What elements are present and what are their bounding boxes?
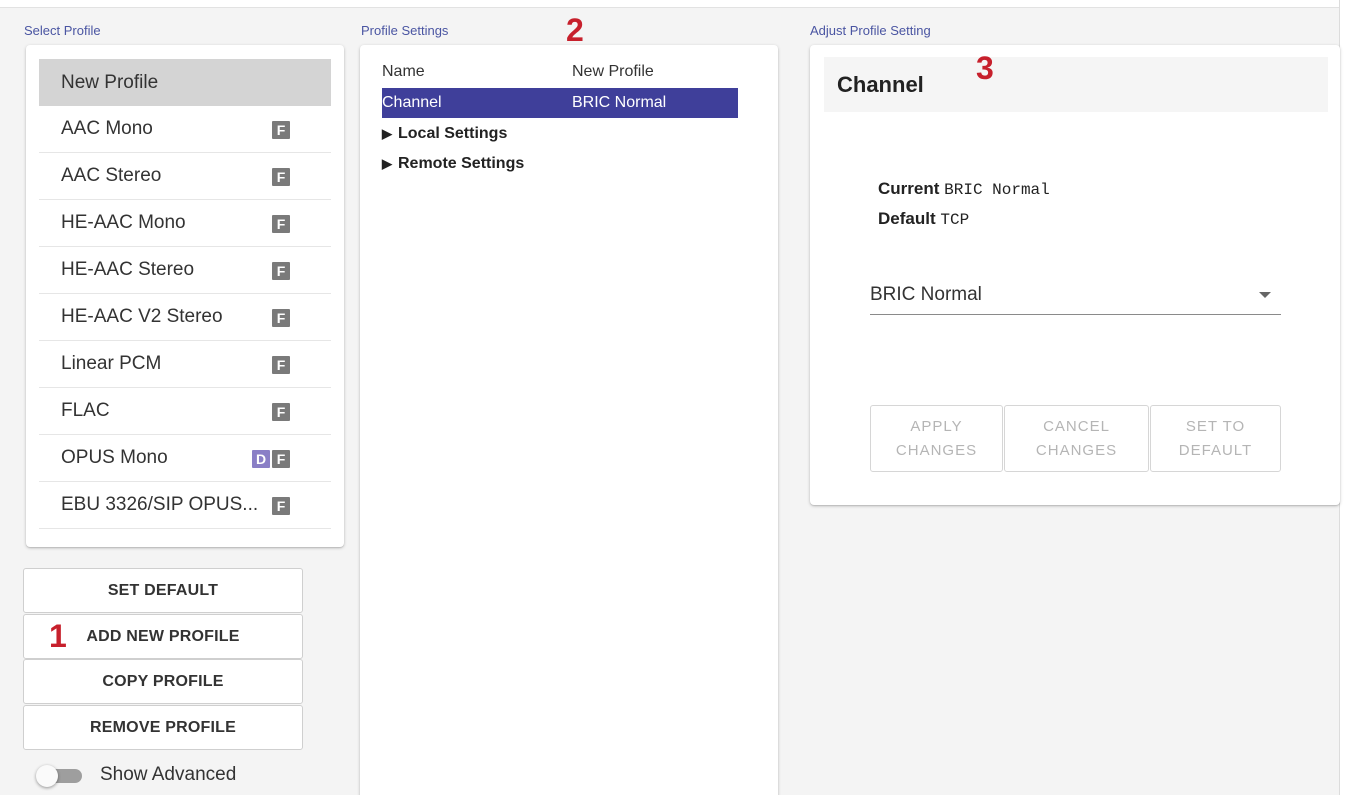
settings-row-channel[interactable]: Channel BRIC Normal (382, 88, 738, 118)
profile-badges: F (272, 262, 290, 280)
callout-3: 3 (976, 50, 994, 86)
profile-list: New Profile AAC Mono F AAC Stereo F HE-AAC Mo… (26, 59, 344, 529)
set-default-button[interactable]: SET DEFAULT (23, 568, 303, 613)
profile-item[interactable]: HE-AAC V2 Stereo F (39, 294, 331, 341)
dropdown-caret-icon (1259, 292, 1271, 298)
adjust-profile-setting-heading: Adjust Profile Setting (810, 23, 931, 38)
select-profile-heading: Select Profile (24, 23, 101, 38)
toggle-knob (36, 765, 58, 787)
channel-value: BRIC Normal (572, 94, 667, 111)
local-settings-node[interactable]: ▶ Local Settings (382, 125, 507, 143)
profile-badges: F (272, 309, 290, 327)
profile-item-label: HE-AAC Stereo (61, 259, 195, 280)
remove-profile-button[interactable]: REMOVE PROFILE (23, 705, 303, 750)
remote-settings-node[interactable]: ▶ Remote Settings (382, 155, 524, 173)
profile-item[interactable]: AAC Mono F (39, 106, 331, 153)
channel-select[interactable]: BRIC Normal (870, 275, 1281, 315)
factory-badge-icon: F (272, 309, 290, 327)
setting-title: Channel (824, 57, 1328, 112)
local-settings-label: Local Settings (398, 125, 508, 142)
cancel-changes-button[interactable]: CANCEL CHANGES (1004, 405, 1149, 472)
profile-badges: F (272, 497, 290, 515)
factory-badge-icon: F (272, 497, 290, 515)
current-label: Current (878, 179, 940, 198)
factory-badge-icon: F (272, 403, 290, 421)
default-value: TCP (940, 211, 970, 229)
profile-item[interactable]: FLAC F (39, 388, 331, 435)
profile-item-label: Linear PCM (61, 353, 162, 374)
factory-badge-icon: F (272, 356, 290, 374)
callout-2: 2 (566, 12, 584, 48)
profile-badges: F (272, 121, 290, 139)
profile-badges: F (272, 168, 290, 186)
profile-item[interactable]: AAC Stereo F (39, 153, 331, 200)
profile-badges: F (272, 356, 290, 374)
profile-item[interactable]: EBU 3326/SIP OPUS... F (39, 482, 331, 529)
profile-item[interactable]: HE-AAC Stereo F (39, 247, 331, 294)
profile-item-label: FLAC (61, 400, 110, 421)
factory-badge-icon: F (272, 121, 290, 139)
profile-item-label: OPUS Mono (61, 447, 168, 468)
name-value: New Profile (572, 63, 654, 80)
profile-badges: F (272, 215, 290, 233)
apply-changes-button[interactable]: APPLY CHANGES (870, 405, 1003, 472)
factory-badge-icon: F (272, 450, 290, 468)
profile-settings-card: Name New Profile Channel BRIC Normal ▶ L… (360, 45, 778, 795)
expand-triangle-icon: ▶ (382, 126, 392, 141)
factory-badge-icon: F (272, 262, 290, 280)
profile-item[interactable]: OPUS Mono D F (39, 435, 331, 482)
profile-item-label: New Profile (61, 71, 159, 93)
profile-badges: DF (252, 450, 290, 468)
default-label: Default (878, 209, 936, 228)
default-badge-icon: D (252, 450, 270, 468)
profile-item-label: AAC Stereo (61, 165, 162, 186)
show-advanced-label: Show Advanced (100, 764, 237, 785)
channel-key: Channel (382, 94, 442, 111)
default-value-row: Default TCP (878, 209, 969, 229)
adjust-setting-card: Channel Current BRIC Normal Default TCP … (810, 45, 1340, 505)
settings-row-name[interactable]: Name New Profile (382, 57, 738, 87)
current-value-row: Current BRIC Normal (878, 179, 1050, 199)
profile-item[interactable]: HE-AAC Mono F (39, 200, 331, 247)
name-key: Name (382, 63, 425, 80)
factory-badge-icon: F (272, 168, 290, 186)
profile-item[interactable]: New Profile (39, 59, 331, 106)
profile-item-label: AAC Mono (61, 118, 153, 139)
profile-list-card: New Profile AAC Mono F AAC Stereo F HE-AAC Mo… (26, 45, 344, 547)
remote-settings-label: Remote Settings (398, 155, 525, 172)
profile-settings-heading: Profile Settings (361, 23, 449, 38)
show-advanced-toggle[interactable] (36, 765, 86, 787)
factory-badge-icon: F (272, 215, 290, 233)
channel-select-value: BRIC Normal (870, 283, 982, 305)
window-top-border (0, 0, 1345, 8)
profile-item-label: EBU 3326/SIP OPUS... (61, 494, 259, 515)
copy-profile-button[interactable]: COPY PROFILE (23, 659, 303, 704)
set-to-default-button[interactable]: SET TO DEFAULT (1150, 405, 1281, 472)
callout-1: 1 (49, 618, 67, 654)
expand-triangle-icon: ▶ (382, 156, 392, 171)
profile-badges: F (272, 403, 290, 421)
current-value: BRIC Normal (944, 181, 1050, 199)
profile-item[interactable]: Linear PCM F (39, 341, 331, 388)
profile-item-label: HE-AAC V2 Stereo (61, 306, 223, 327)
profile-item-label: HE-AAC Mono (61, 212, 186, 233)
